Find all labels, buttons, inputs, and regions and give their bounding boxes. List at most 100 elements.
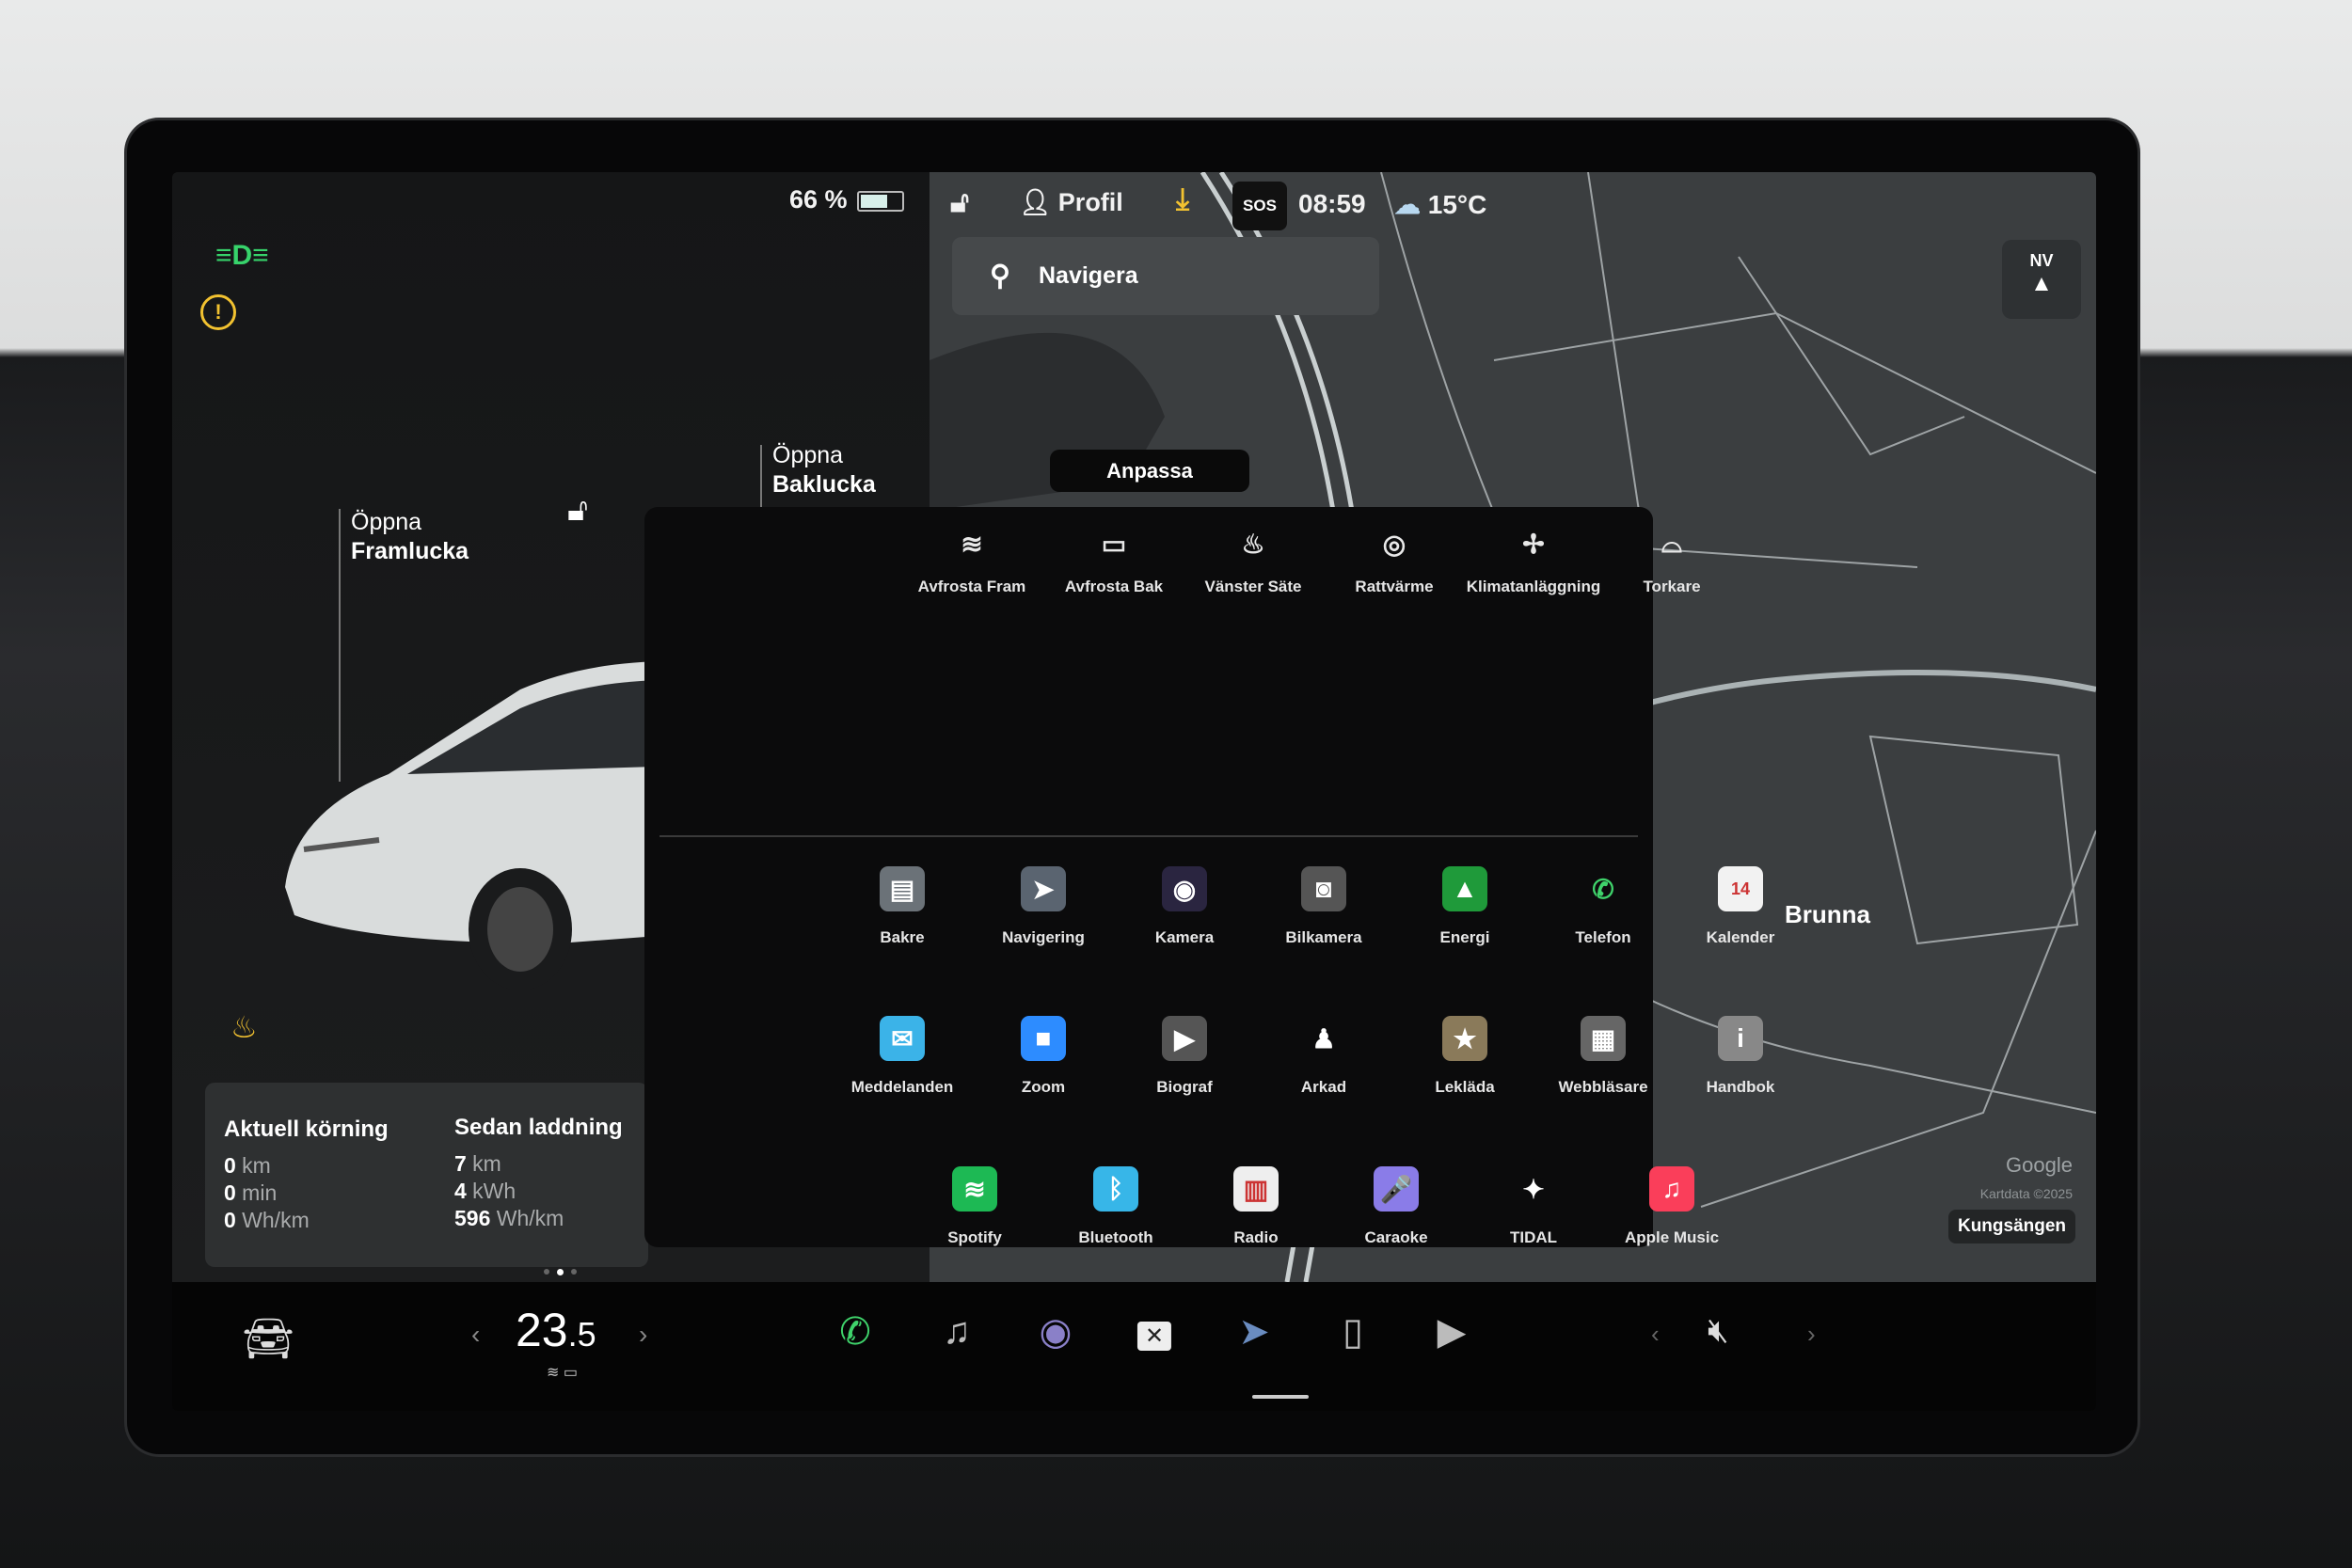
steering-heater-icon: ◎ [1382, 529, 1406, 559]
car-icon[interactable]: 🚘︎ [242, 1314, 294, 1363]
page-dots[interactable] [544, 1269, 577, 1275]
open-trunk-button[interactable]: Öppna Baklucka [772, 441, 876, 499]
rear-climate-icon: ▤ [880, 866, 925, 911]
app-label: Bluetooth [1078, 1228, 1153, 1246]
control-rattvärme[interactable]: ◎ Rattvärme [1324, 521, 1465, 596]
bluetooth-icon: ᛒ [1093, 1166, 1138, 1212]
phone-icon: ✆ [1592, 874, 1614, 904]
app-tidal[interactable]: ✦ TIDAL [1463, 1166, 1604, 1247]
app-webbläsare[interactable]: ▦ Webbläsare [1533, 1016, 1674, 1097]
profile-button[interactable]: 👤︎ Profil [1019, 187, 1123, 217]
app-telefon[interactable]: ✆ Telefon [1533, 866, 1674, 947]
battery-icon [857, 191, 904, 212]
app-spotify[interactable]: ≋ Spotify [904, 1166, 1045, 1247]
app-bilkamera[interactable]: ◙ Bilkamera [1253, 866, 1394, 947]
app-label: Bilkamera [1285, 928, 1362, 946]
customize-button[interactable]: Anpassa [1050, 450, 1249, 492]
app-label: Torkare [1643, 578, 1701, 595]
app-apple-music[interactable]: ♫ Apple Music [1601, 1166, 1742, 1247]
app-label: TIDAL [1509, 1228, 1558, 1246]
map-copyright: Kartdata ©2025 [1979, 1186, 2073, 1201]
fan-icon: ✢ [1522, 529, 1545, 559]
search-placeholder: Navigera [1038, 262, 1138, 289]
stat-row: 4 kWh [454, 1178, 623, 1205]
stat-value: 0 [224, 1180, 236, 1205]
temp-up-chevron-icon[interactable]: › [639, 1320, 647, 1350]
clock: 08:59 [1298, 189, 1366, 218]
stat-value: 4 [454, 1179, 467, 1203]
app-handbok[interactable]: i Handbok [1670, 1016, 1811, 1097]
dock-close-app-button[interactable]: ✕ [1136, 1310, 1172, 1353]
apple-music-icon: ♫ [1649, 1166, 1694, 1212]
app-lekläda[interactable]: ★ Lekläda [1394, 1016, 1535, 1097]
mute-icon[interactable]: 🔇︎ [1708, 1310, 1729, 1351]
volume-down-chevron-icon[interactable]: ‹ [1651, 1320, 1660, 1349]
divider [660, 835, 1638, 837]
lock-icon[interactable]: 🔓︎ [950, 185, 969, 220]
dock-phone-button[interactable]: ✆ [839, 1310, 871, 1354]
location-button[interactable]: Kungsängen [1948, 1210, 2075, 1243]
dock-music-button[interactable]: ♫ [943, 1310, 971, 1353]
frunk-label-2: Framlucka [351, 538, 469, 564]
tidal-icon: ✦ [1522, 1174, 1545, 1204]
dock-navigation-button[interactable]: ➤ [1238, 1310, 1270, 1354]
app-kalender[interactable]: 14 Kalender [1670, 866, 1811, 947]
app-kamera[interactable]: ◉ Kamera [1114, 866, 1255, 947]
control-avfrosta-fram[interactable]: ≋ Avfrosta Fram [901, 521, 1042, 596]
cabin-temperature[interactable]: 23.5 [516, 1303, 596, 1357]
wiper-icon: ⌓ [1661, 528, 1683, 558]
trunk-label-1: Öppna [772, 442, 844, 468]
download-icon[interactable]: ⤓ [1176, 182, 1189, 217]
app-meddelanden[interactable]: ✉ Meddelanden [832, 1016, 973, 1097]
trip-stats-card[interactable]: Aktuell körning 0 km 0 min 0 Wh/km Sedan l… [205, 1083, 648, 1267]
dock-manual-button[interactable]: ▯ [1343, 1310, 1363, 1354]
open-frunk-button[interactable]: Öppna Framlucka [351, 508, 469, 566]
stat-unit: min [235, 1180, 278, 1205]
temp-integer: 23 [516, 1304, 568, 1356]
active-app-indicator [1252, 1395, 1309, 1399]
control-torkare[interactable]: ⌓ Torkare [1601, 521, 1742, 596]
theater-icon: ▶ [1437, 1311, 1467, 1353]
control-avfrosta-bak[interactable]: ▭ Avfrosta Bak [1043, 521, 1184, 596]
app-navigering[interactable]: ➤ Navigering [973, 866, 1114, 947]
north-arrow-icon: ▲ [2030, 271, 2053, 296]
app-label: Radio [1233, 1228, 1279, 1246]
front-defrost-icon: ≋ [961, 529, 983, 559]
control-vänster-säte[interactable]: ♨ Vänster Säte [1183, 521, 1324, 596]
temp-decimal: .5 [567, 1315, 596, 1354]
app-energi[interactable]: ▲ Energi [1394, 866, 1535, 947]
navigate-search[interactable]: ⚲ Navigera [952, 237, 1379, 315]
stat-row: 0 km [224, 1152, 389, 1180]
app-bluetooth[interactable]: ᛒ Bluetooth [1045, 1166, 1186, 1247]
app-label: Avfrosta Fram [917, 578, 1026, 595]
toybox-icon: ★ [1442, 1016, 1487, 1061]
app-zoom[interactable]: ■ Zoom [973, 1016, 1114, 1097]
dock-camera-button[interactable]: ◉ [1040, 1310, 1073, 1354]
unlock-icon[interactable]: 🔓︎ [567, 492, 588, 529]
sos-button[interactable]: SOS [1232, 182, 1287, 230]
app-label: Spotify [947, 1228, 1002, 1246]
app-launcher: ≋ Avfrosta Fram ▭ Avfrosta Bak ♨ Vänster Säte… [644, 507, 1774, 1396]
customize-label: Anpassa [1106, 458, 1193, 483]
headlights-icon: ≡D≡ [215, 240, 269, 271]
app-arkad[interactable]: ♟ Arkad [1253, 1016, 1394, 1097]
seat-heater-icon[interactable]: ♨ [230, 1009, 258, 1045]
stat-row: 0 min [224, 1180, 389, 1207]
app-radio[interactable]: ▥ Radio [1185, 1166, 1327, 1247]
dock-theater-button[interactable]: ▶ [1438, 1310, 1467, 1354]
weather: ☁ 15°C [1394, 189, 1486, 220]
calendar-icon: 14 [1718, 866, 1763, 911]
stat-unit: kWh [466, 1179, 516, 1203]
bottom-bar: 🚘︎ ‹ 23.5 ≋ ▭ › ‹ 🔇︎ › ✆ ♫ ◉ ✕ ➤ ▯ ▶ [172, 1282, 2096, 1411]
since-charge-title: Sedan laddning [454, 1115, 623, 1140]
control-klimatanläggning[interactable]: ✢ Klimatanläggning [1463, 521, 1604, 596]
compass-button[interactable]: NV ▲ [2002, 240, 2081, 319]
app-label: Telefon [1575, 928, 1631, 946]
temp-down-chevron-icon[interactable]: ‹ [471, 1320, 480, 1350]
app-caraoke[interactable]: 🎤 Caraoke [1326, 1166, 1467, 1247]
volume-up-chevron-icon[interactable]: › [1807, 1320, 1816, 1349]
app-label: Bakre [880, 928, 925, 946]
app-bakre[interactable]: ▤ Bakre [832, 866, 973, 947]
theater-icon: ▶ [1162, 1016, 1207, 1061]
app-biograf[interactable]: ▶ Biograf [1114, 1016, 1255, 1097]
